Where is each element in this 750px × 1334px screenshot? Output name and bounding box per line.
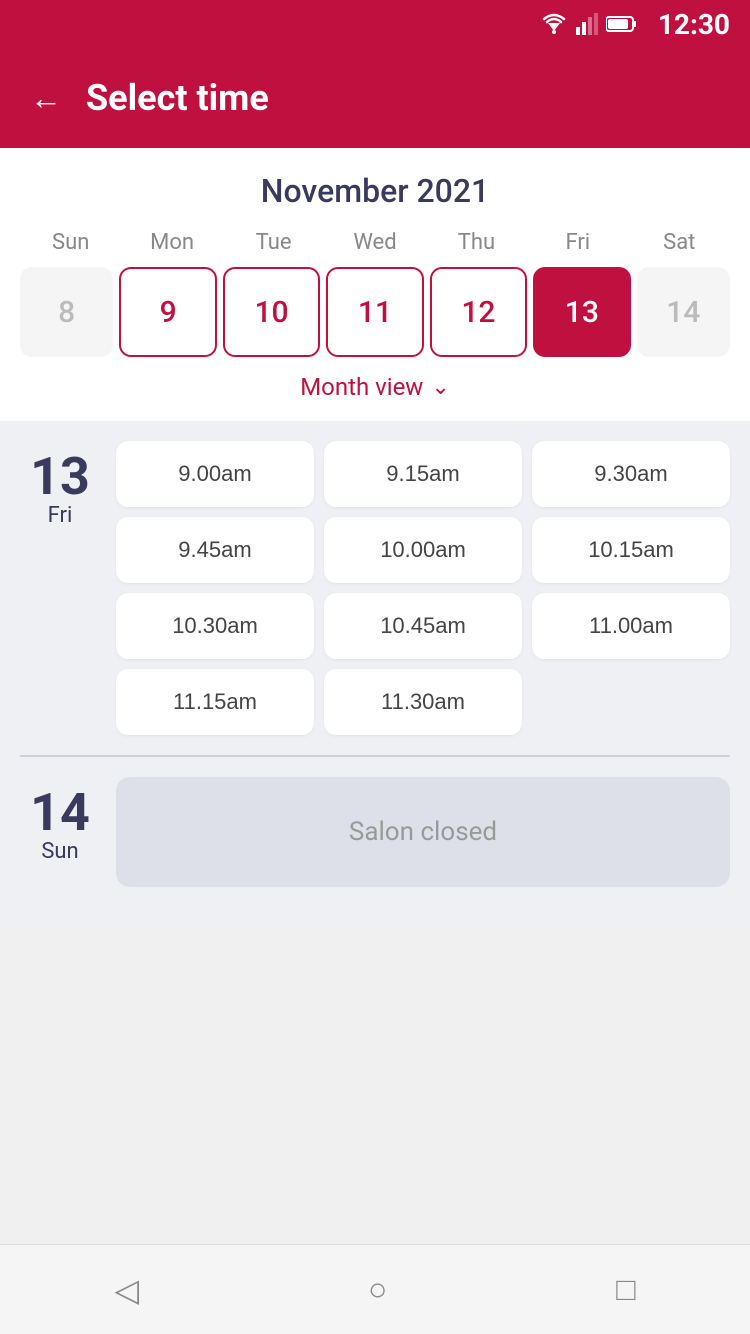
- day-block-14: 14 Sun Salon closed: [20, 777, 730, 887]
- cal-cell-14[interactable]: 14: [637, 267, 730, 357]
- cal-cell-8[interactable]: 8: [20, 267, 113, 357]
- slots-grid-13: 9.00am 9.15am 9.30am 9.45am 10.00am 10.1…: [116, 441, 730, 735]
- day-headers: Sun Mon Tue Wed Thu Fri Sat: [20, 230, 730, 255]
- day-header-wed: Wed: [324, 230, 425, 255]
- day-number-13: 13: [30, 451, 90, 503]
- slot-1115am[interactable]: 11.15am: [116, 669, 314, 735]
- slot-1045am[interactable]: 10.45am: [324, 593, 522, 659]
- salon-closed-text: Salon closed: [349, 817, 497, 847]
- month-view-label: Month view: [300, 373, 423, 401]
- status-bar: 12:30: [0, 0, 750, 48]
- status-time: 12:30: [658, 8, 730, 41]
- day-header-fri: Fri: [527, 230, 628, 255]
- nav-recent-button[interactable]: □: [616, 1271, 635, 1308]
- day-header-sat: Sat: [629, 230, 730, 255]
- salon-closed-box: Salon closed: [116, 777, 730, 887]
- month-year-title: November 2021: [20, 172, 730, 210]
- slot-1015am[interactable]: 10.15am: [532, 517, 730, 583]
- day-number-14: 14: [30, 787, 90, 839]
- nav-home-button[interactable]: ○: [368, 1271, 387, 1308]
- day-name-14: Sun: [41, 839, 78, 864]
- signal-icon: [576, 13, 598, 35]
- cal-cell-13[interactable]: 13: [533, 267, 630, 357]
- day-header-thu: Thu: [426, 230, 527, 255]
- slot-930am[interactable]: 9.30am: [532, 441, 730, 507]
- slot-1000am[interactable]: 10.00am: [324, 517, 522, 583]
- bottom-navigation: ◁ ○ □: [0, 1244, 750, 1334]
- wifi-icon: [540, 13, 568, 35]
- page-title: Select time: [86, 77, 269, 119]
- slot-1100am[interactable]: 11.00am: [532, 593, 730, 659]
- nav-back-button[interactable]: ◁: [114, 1271, 139, 1309]
- cal-cell-11[interactable]: 11: [326, 267, 423, 357]
- section-divider: [20, 755, 730, 757]
- cal-cell-12[interactable]: 12: [430, 267, 527, 357]
- calendar-section: November 2021 Sun Mon Tue Wed Thu Fri Sa…: [0, 148, 750, 421]
- battery-icon: [606, 15, 638, 33]
- slot-1130am[interactable]: 11.30am: [324, 669, 522, 735]
- day-header-mon: Mon: [121, 230, 222, 255]
- status-icons: [540, 13, 638, 35]
- chevron-down-icon: ⌄: [431, 375, 449, 400]
- slot-900am[interactable]: 9.00am: [116, 441, 314, 507]
- back-button[interactable]: ←: [30, 82, 62, 114]
- calendar-row: 8 9 10 11 12 13 14: [20, 267, 730, 357]
- day-header-tue: Tue: [223, 230, 324, 255]
- cal-cell-9[interactable]: 9: [119, 267, 216, 357]
- slot-915am[interactable]: 9.15am: [324, 441, 522, 507]
- day-name-13: Fri: [48, 503, 73, 528]
- app-header: ← Select time: [0, 48, 750, 148]
- day-block-13: 13 Fri 9.00am 9.15am 9.30am 9.45am 10.00…: [20, 441, 730, 735]
- time-slots-section: 13 Fri 9.00am 9.15am 9.30am 9.45am 10.00…: [0, 421, 750, 927]
- slot-1030am[interactable]: 10.30am: [116, 593, 314, 659]
- slot-945am[interactable]: 9.45am: [116, 517, 314, 583]
- day-label-13: 13 Fri: [20, 441, 100, 735]
- cal-cell-10[interactable]: 10: [223, 267, 320, 357]
- day-label-14: 14 Sun: [20, 777, 100, 887]
- day-header-sun: Sun: [20, 230, 121, 255]
- month-view-toggle[interactable]: Month view ⌄: [20, 357, 730, 405]
